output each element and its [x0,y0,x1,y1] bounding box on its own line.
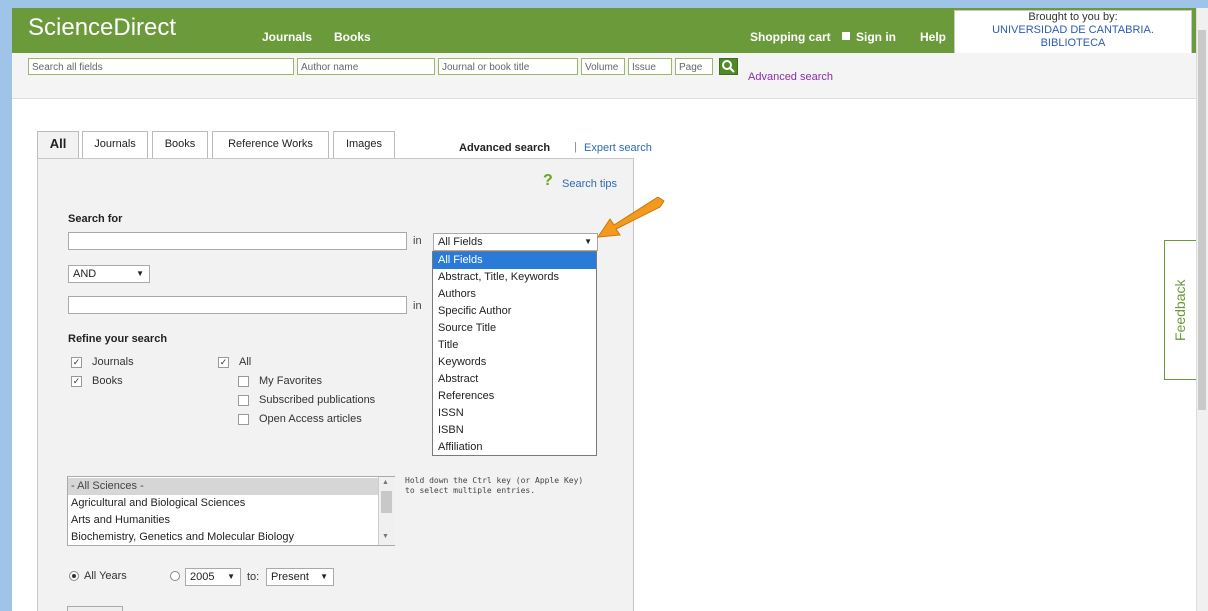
institution-name-line2[interactable]: BIBLIOTECA [955,37,1191,50]
hint-line-2: to select multiple entries. [405,486,536,495]
to-year-select[interactable]: Present ▼ [266,568,334,586]
subscribed-checkbox[interactable] [238,395,249,406]
journal-title-input[interactable]: Journal or book title [438,58,578,75]
page-input[interactable]: Page [675,58,713,75]
year-range-radio[interactable] [170,571,180,581]
subject-option[interactable]: Agricultural and Biological Sciences [68,495,378,512]
scroll-up-icon[interactable]: ▲ [382,479,389,486]
page-scroll-thumb[interactable] [1198,30,1206,410]
field-option[interactable]: Affiliation [433,439,596,456]
open-access-checkbox[interactable] [238,414,249,425]
tab-all[interactable]: All [37,131,79,158]
dropdown-arrow-icon: ▼ [227,572,235,581]
all-years-label: All Years [84,570,127,582]
brought-to-you-label: Brought to you by: [1028,11,1118,23]
tab-journals[interactable]: Journals [82,131,148,158]
subject-option[interactable]: Arts and Humanities [68,512,378,529]
hint-line-1: Hold down the Ctrl key (or Apple Key) [405,476,584,485]
to-label: to: [247,571,260,583]
to-year-value: Present [271,571,309,583]
field-option[interactable]: References [433,388,596,405]
scroll-down-icon[interactable]: ▼ [382,533,389,540]
tab-reference-works[interactable]: Reference Works [212,131,329,158]
search-for-label: Search for [68,213,123,225]
journals-checkbox[interactable]: ✓ [71,357,82,368]
advanced-search-mode[interactable]: Advanced search [459,142,550,154]
magnifier-icon [722,60,735,73]
advanced-search-link[interactable]: Advanced search [748,71,833,83]
tab-images[interactable]: Images [333,131,395,158]
in-label-1: in [413,235,422,247]
field-option[interactable]: Title [433,337,596,354]
help-link[interactable]: Help [920,30,946,44]
subject-option[interactable]: Biochemistry, Genetics and Molecular Bio… [68,529,378,546]
search-button[interactable] [719,58,738,75]
volume-input[interactable]: Volume [581,58,625,75]
issue-input[interactable]: Issue [628,58,672,75]
field-select-value: All Fields [438,236,483,248]
field-select-1[interactable]: All Fields ▼ [433,233,598,251]
question-mark-icon: ? [543,172,553,189]
expert-search-link[interactable]: Expert search [584,142,652,154]
all-access-checkbox[interactable]: ✓ [218,357,229,368]
field-dropdown-list: All Fields Abstract, Title, Keywords Aut… [432,251,597,456]
dropdown-arrow-icon: ▼ [584,237,592,246]
field-option[interactable]: Abstract, Title, Keywords [433,269,596,286]
dropdown-arrow-icon: ▼ [320,572,328,581]
annotation-arrow-icon [597,197,665,238]
mode-separator: | [574,141,577,153]
from-year-select[interactable]: 2005 ▼ [185,568,241,586]
tab-books[interactable]: Books [152,131,208,158]
shopping-cart-link[interactable]: Shopping cart [750,30,831,44]
field-option[interactable]: ISSN [433,405,596,422]
sign-in-icon [842,32,850,40]
field-option[interactable]: ISBN [433,422,596,439]
subject-option[interactable]: - All Sciences - [68,478,378,495]
sign-in-link[interactable]: Sign in [856,30,896,44]
in-label-2: in [413,300,422,312]
books-checkbox-label: Books [92,375,123,387]
books-checkbox[interactable]: ✓ [71,376,82,387]
all-access-label: All [239,356,252,368]
author-name-input[interactable]: Author name [297,58,435,75]
field-option[interactable]: Abstract [433,371,596,388]
search-submit-button[interactable] [67,606,123,611]
field-option[interactable]: Authors [433,286,596,303]
all-years-radio[interactable] [69,571,79,581]
page: ScienceDirect Journals Books Shopping ca… [12,8,1197,611]
institution-name-line1[interactable]: UNIVERSIDAD DE CANTABRIA. [955,24,1191,37]
dropdown-arrow-icon: ▼ [136,269,144,278]
my-favorites-label: My Favorites [259,375,322,387]
from-year-value: 2005 [190,571,215,583]
refine-search-label: Refine your search [68,333,168,345]
my-favorites-checkbox[interactable] [238,376,249,387]
open-access-label: Open Access articles [259,413,362,425]
subscribed-label: Subscribed publications [259,394,376,406]
operator-select-value: AND [73,268,97,280]
search-all-fields-input[interactable]: Search all fields [28,58,294,75]
feedback-label: Feedback [1172,279,1188,341]
field-option[interactable]: Specific Author [433,303,596,320]
listbox-scroll-thumb[interactable] [381,491,392,513]
search-tips-link[interactable]: Search tips [562,178,617,190]
quick-search-bar: Search all fields Author name Journal or… [12,53,1197,99]
subject-listbox[interactable]: - All Sciences - Agricultural and Biolog… [67,476,395,546]
field-option[interactable]: All Fields [433,252,596,269]
nav-journals[interactable]: Journals [262,30,312,44]
sciencedirect-logo[interactable]: ScienceDirect [28,14,176,42]
nav-books[interactable]: Books [334,30,371,44]
search-term-input-1[interactable] [68,232,407,250]
journals-checkbox-label: Journals [92,356,134,368]
search-term-input-2[interactable] [68,296,407,314]
multi-select-hint: Hold down the Ctrl key (or Apple Key) to… [405,476,583,496]
field-option[interactable]: Source Title [433,320,596,337]
field-option[interactable]: Keywords [433,354,596,371]
operator-select[interactable]: AND ▼ [68,265,150,283]
listbox-scrollbar[interactable]: ▲ ▼ [378,477,395,545]
